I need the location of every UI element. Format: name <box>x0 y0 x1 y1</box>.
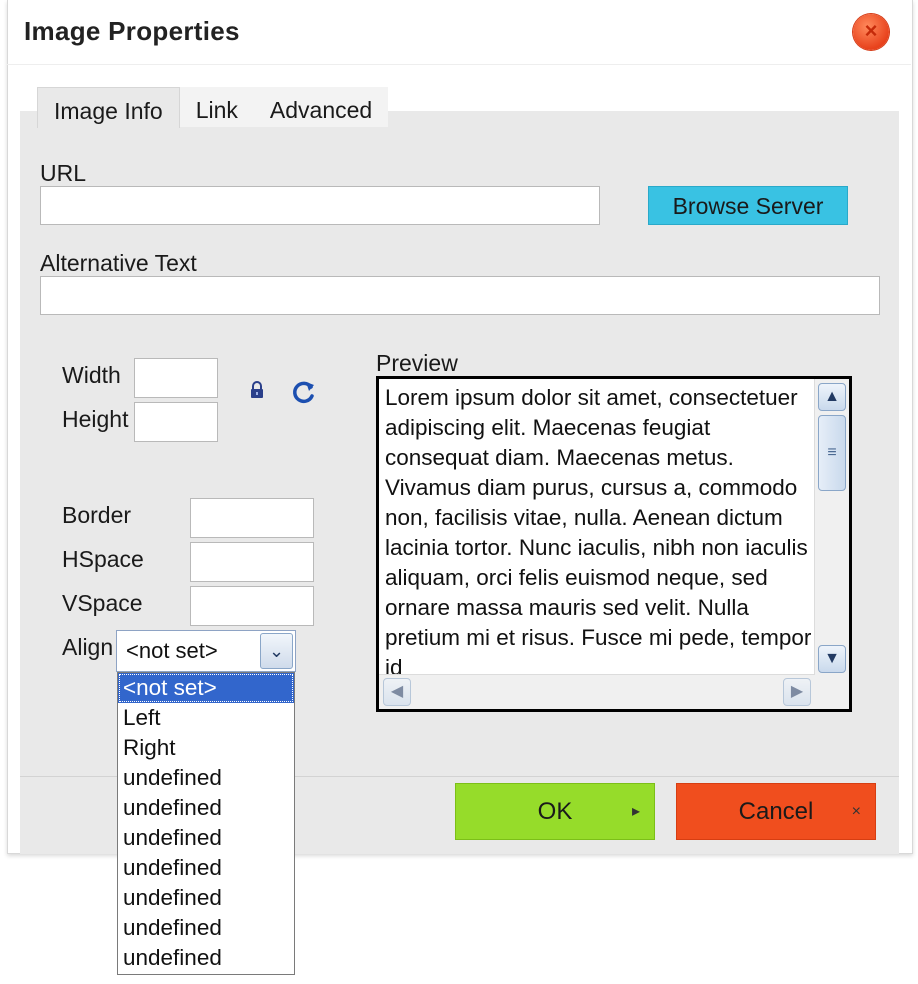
align-option-left[interactable]: Left <box>118 703 294 733</box>
url-input[interactable] <box>40 186 600 225</box>
height-input[interactable] <box>134 402 218 442</box>
scroll-thumb[interactable]: ≡ <box>818 415 846 491</box>
chevron-down-icon[interactable]: ⌄ <box>260 633 293 669</box>
tab-advanced[interactable]: Advanced <box>253 87 389 127</box>
browse-server-button[interactable]: Browse Server <box>648 186 848 225</box>
cancel-button-label: Cancel <box>738 798 814 825</box>
align-option-undefined[interactable]: undefined <box>118 823 294 853</box>
tab-link[interactable]: Link <box>179 87 254 127</box>
align-option-undefined[interactable]: undefined <box>118 883 294 913</box>
scrollbar-corner <box>815 675 849 709</box>
align-option-undefined[interactable]: undefined <box>118 793 294 823</box>
lock-icon[interactable] <box>250 381 264 399</box>
scroll-left-icon[interactable]: ◀ <box>383 678 411 706</box>
align-label: Align <box>62 634 114 660</box>
tab-bar: Image Info Link Advanced <box>37 87 389 128</box>
height-label: Height <box>62 406 129 432</box>
close-icon[interactable]: × <box>853 14 889 50</box>
border-label: Border <box>62 502 132 528</box>
dialog-title: Image Properties <box>24 16 240 46</box>
refresh-icon[interactable] <box>291 379 317 405</box>
ok-button[interactable]: OK ▸ <box>455 783 655 840</box>
cancel-button[interactable]: Cancel × <box>676 783 876 840</box>
vertical-scrollbar[interactable]: ▲ ≡ ▼ <box>814 379 849 677</box>
width-input[interactable] <box>134 358 218 398</box>
align-option-not-set[interactable]: <not set> <box>118 673 294 703</box>
scroll-right-icon[interactable]: ▶ <box>783 678 811 706</box>
width-label: Width <box>62 362 121 388</box>
preview-text: Lorem ipsum dolor sit amet, consectetuer… <box>385 385 812 680</box>
title-divider <box>7 64 911 65</box>
align-option-undefined[interactable]: undefined <box>118 943 294 973</box>
preview-box: Lorem ipsum dolor sit amet, consectetuer… <box>376 376 852 712</box>
url-label: URL <box>40 160 87 186</box>
hspace-input[interactable] <box>190 542 314 582</box>
arrow-right-icon: ▸ <box>631 803 640 820</box>
vspace-label: VSpace <box>62 590 143 616</box>
align-option-undefined[interactable]: undefined <box>118 763 294 793</box>
scroll-down-icon[interactable]: ▼ <box>818 645 846 673</box>
border-input[interactable] <box>190 498 314 538</box>
align-option-undefined[interactable]: undefined <box>118 913 294 943</box>
align-select[interactable]: <not set> ⌄ <box>116 630 296 672</box>
hspace-label: HSpace <box>62 546 144 572</box>
horizontal-scrollbar[interactable]: ◀ ▶ <box>379 674 815 709</box>
alt-text-label: Alternative Text <box>40 250 197 276</box>
align-dropdown-list: <not set> Left Right undefined undefined… <box>117 672 295 975</box>
align-option-undefined[interactable]: undefined <box>118 853 294 883</box>
scroll-up-icon[interactable]: ▲ <box>818 383 846 411</box>
vspace-input[interactable] <box>190 586 314 626</box>
alt-text-input[interactable] <box>40 276 880 315</box>
ok-button-label: OK <box>537 798 573 825</box>
preview-label: Preview <box>376 350 458 376</box>
tab-image-info[interactable]: Image Info <box>37 87 180 128</box>
close-small-icon: × <box>851 803 861 820</box>
align-selected-value: <not set> <box>126 638 218 663</box>
align-option-right[interactable]: Right <box>118 733 294 763</box>
